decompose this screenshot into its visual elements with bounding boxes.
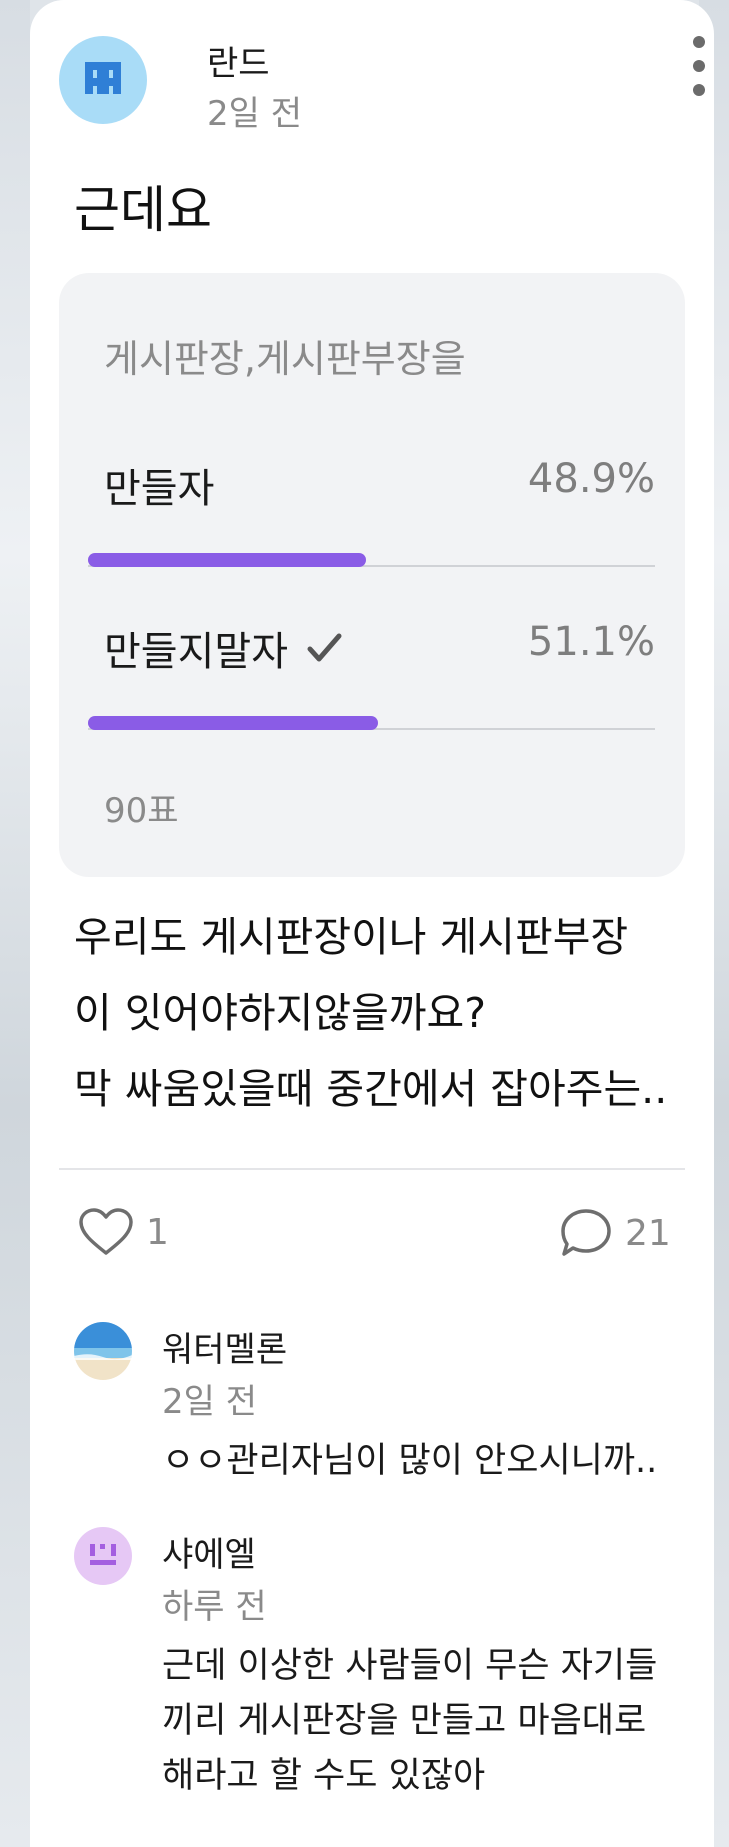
poll-option-percent: 51.1%	[527, 619, 655, 665]
more-vertical-icon[interactable]	[687, 36, 711, 96]
comment-time: 2일 전	[162, 1382, 257, 1422]
like-count: 1	[146, 1211, 169, 1253]
poll-bar-fill	[88, 553, 366, 567]
check-icon	[307, 633, 342, 662]
commenter-avatar[interactable]	[74, 1527, 132, 1585]
post-time: 2일 전	[207, 94, 302, 134]
speech-bubble-icon	[561, 1209, 611, 1256]
post-card: 란드 2일 전 근데요 게시판장,게시판부장을 만들자 48.9% 만들지말자 …	[30, 0, 714, 1847]
author-avatar[interactable]	[59, 36, 147, 124]
comment-text: 해라고 할 수도 있잖아	[162, 1756, 486, 1796]
comment-item: 워터멜론 2일 전 ㅇㅇ관리자님이 많이 안오시니까..	[74, 1322, 674, 1481]
poll-option-label: 만들지말자	[104, 629, 288, 675]
comment-item: 샤에엘 하루 전 근데 이상한 사람들이 무슨 자기들 끼리 게시판장을 만들고…	[74, 1527, 674, 1807]
post-title: 근데요	[74, 181, 212, 239]
heart-icon	[79, 1208, 133, 1255]
poll: 게시판장,게시판부장을 만들자 48.9% 만들지말자 51.1% 90표	[59, 273, 685, 877]
post-body-line: 막 싸움있을때 중간에서 잡아주는..	[74, 1065, 668, 1113]
comment-text: ㅇㅇ관리자님이 많이 안오시니까..	[162, 1441, 658, 1481]
poll-option-label: 만들자	[104, 466, 215, 512]
comment-time: 하루 전	[162, 1587, 267, 1627]
commenter-avatar[interactable]	[74, 1322, 132, 1380]
comment-button[interactable]: 21	[559, 1207, 671, 1259]
poll-bar-fill	[88, 716, 378, 730]
pixel-character-icon	[85, 62, 121, 94]
beach-avatar-icon	[74, 1322, 132, 1380]
vote-count: 90표	[104, 791, 179, 831]
poll-option-2[interactable]: 만들지말자	[104, 619, 344, 677]
like-button[interactable]: 1	[78, 1207, 169, 1257]
background-left	[0, 0, 30, 1847]
poll-option-percent: 48.9%	[527, 456, 655, 502]
poll-question: 게시판장,게시판부장을	[104, 337, 466, 381]
post-body-line: 이 잇어야하지않을까요?	[74, 989, 486, 1037]
divider	[59, 1168, 685, 1170]
author-name[interactable]: 란드	[207, 36, 270, 85]
comment-text: 근데 이상한 사람들이 무슨 자기들	[162, 1646, 658, 1686]
post-header: 란드 2일 전	[59, 36, 705, 134]
comment-text: 끼리 게시판장을 만들고 마음대로	[162, 1701, 647, 1741]
pixel-face-icon	[90, 1544, 116, 1565]
commenter-name[interactable]: 워터멜론	[162, 1322, 287, 1371]
commenter-name[interactable]: 샤에엘	[162, 1527, 256, 1576]
post-body-line: 우리도 게시판장이나 게시판부장	[74, 913, 629, 961]
comment-count: 21	[625, 1212, 671, 1254]
poll-option-1[interactable]: 만들자	[104, 456, 214, 514]
